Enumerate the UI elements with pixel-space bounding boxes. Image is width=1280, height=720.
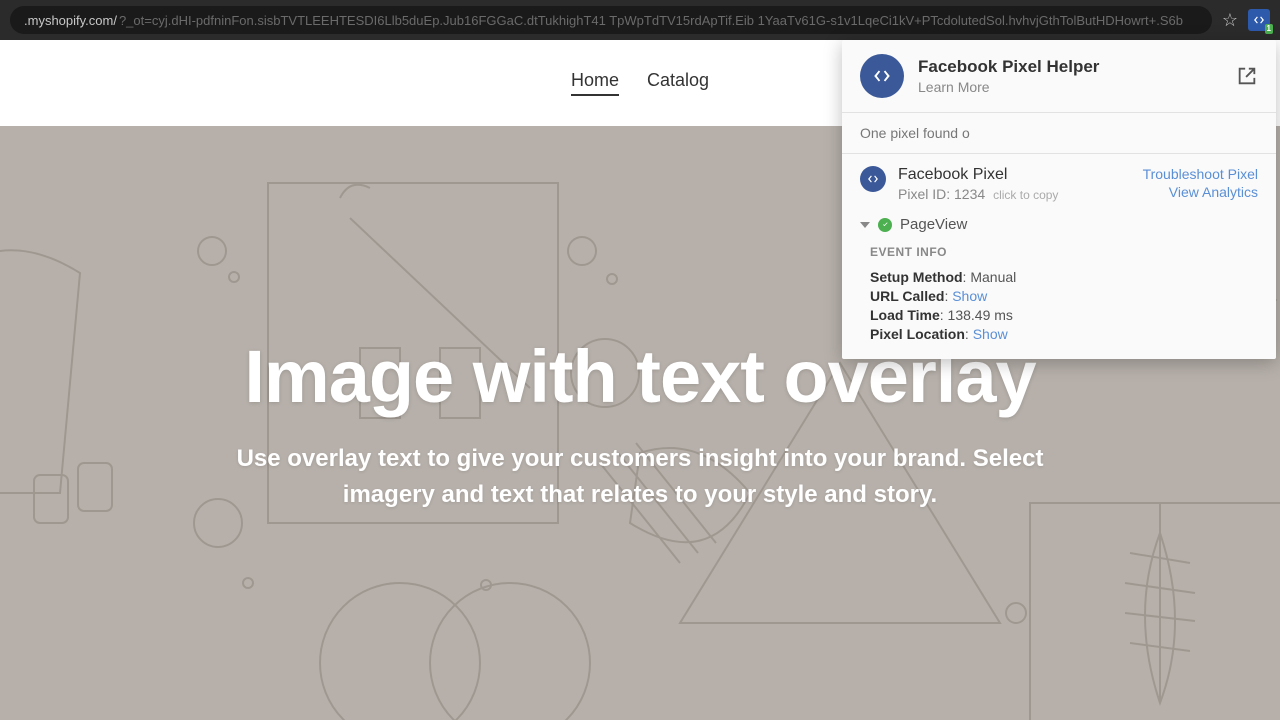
pixel-id-value: 1234	[954, 186, 985, 202]
main-nav: Home Catalog	[571, 70, 709, 96]
caret-down-icon[interactable]	[860, 222, 870, 228]
pixel-id-label: Pixel ID:	[898, 186, 950, 202]
view-analytics-link[interactable]: View Analytics	[1143, 184, 1258, 200]
load-time-label: Load Time	[870, 307, 940, 323]
pixel-location-label: Pixel Location	[870, 326, 965, 342]
troubleshoot-link[interactable]: Troubleshoot Pixel	[1143, 166, 1258, 182]
setup-method-value: Manual	[970, 269, 1016, 285]
browser-address-bar: .myshopify.com/ ?_ot=cyj.dHI-pdfninFon.s…	[0, 0, 1280, 40]
event-info-header: EVENT INFO	[870, 245, 1258, 259]
pixel-mini-icon	[860, 166, 886, 192]
pixel-helper-popup: Facebook Pixel Helper Learn More One pix…	[842, 40, 1276, 359]
popup-title-wrap: Facebook Pixel Helper Learn More	[918, 57, 1236, 95]
nav-home[interactable]: Home	[571, 70, 619, 96]
url-called-show[interactable]: Show	[952, 288, 987, 304]
check-circle-icon	[878, 218, 892, 232]
facebook-code-icon	[860, 54, 904, 98]
pixel-location-show[interactable]: Show	[973, 326, 1008, 342]
pixel-name: Facebook Pixel	[898, 166, 1143, 184]
popup-status-line: One pixel found o	[842, 113, 1276, 154]
learn-more-link[interactable]: Learn More	[918, 79, 1236, 95]
nav-catalog[interactable]: Catalog	[647, 70, 709, 96]
event-info: EVENT INFO Setup Method: Manual URL Call…	[842, 239, 1276, 359]
popup-title: Facebook Pixel Helper	[918, 57, 1236, 77]
info-setup-method: Setup Method: Manual	[870, 269, 1258, 285]
pixel-id-line[interactable]: Pixel ID: 1234 click to copy	[898, 186, 1143, 202]
star-icon[interactable]: ☆	[1222, 10, 1238, 31]
info-url-called: URL Called: Show	[870, 288, 1258, 304]
event-row[interactable]: PageView	[842, 210, 1276, 239]
info-load-time: Load Time: 138.49 ms	[870, 307, 1258, 323]
url-path: ?_ot=cyj.dHI-pdfninFon.sisbTVTLEEHTESDI6…	[119, 13, 1183, 28]
extension-badge: 1	[1265, 24, 1273, 34]
pixel-links: Troubleshoot Pixel View Analytics	[1143, 166, 1258, 202]
popout-icon[interactable]	[1236, 65, 1258, 87]
copy-hint: click to copy	[993, 188, 1058, 202]
pixel-main: Facebook Pixel Pixel ID: 1234 click to c…	[898, 166, 1143, 202]
url-field[interactable]: .myshopify.com/ ?_ot=cyj.dHI-pdfninFon.s…	[10, 6, 1212, 34]
load-time-value: 138.49 ms	[948, 307, 1013, 323]
hero-subtitle: Use overlay text to give your customers …	[220, 441, 1060, 513]
pixel-row: Facebook Pixel Pixel ID: 1234 click to c…	[842, 154, 1276, 210]
setup-method-label: Setup Method	[870, 269, 963, 285]
pixel-helper-extension-icon[interactable]: 1	[1248, 9, 1270, 31]
url-called-label: URL Called	[870, 288, 944, 304]
event-name: PageView	[900, 216, 967, 233]
info-pixel-location: Pixel Location: Show	[870, 326, 1258, 342]
popup-header: Facebook Pixel Helper Learn More	[842, 40, 1276, 113]
url-host: .myshopify.com/	[24, 13, 117, 28]
